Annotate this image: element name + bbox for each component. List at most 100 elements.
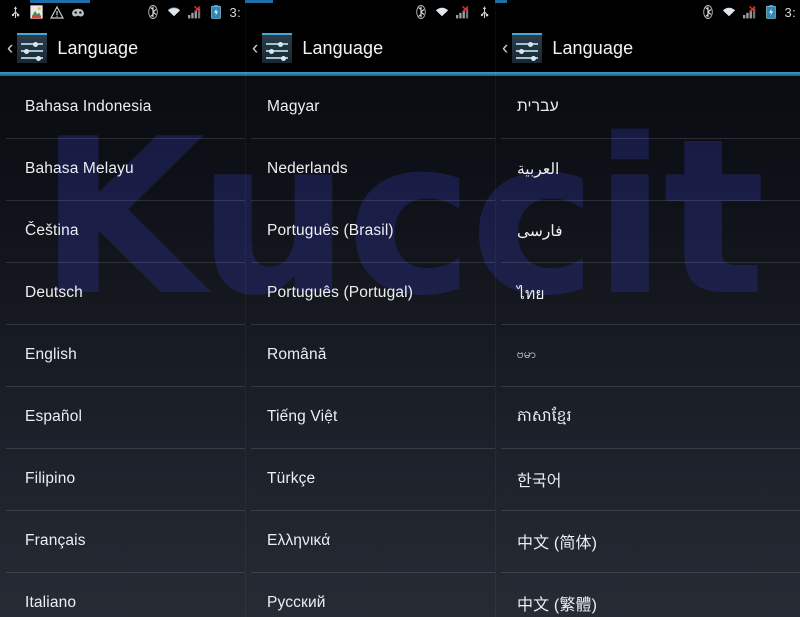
language-label: فارسی — [517, 222, 563, 240]
page-title: Language — [302, 37, 384, 58]
language-label: Nederlands — [267, 160, 348, 177]
list-item[interactable]: Русский — [245, 572, 495, 617]
wifi-icon — [722, 5, 736, 20]
status-progress-sliver — [245, 0, 273, 3]
wifi-icon — [435, 5, 449, 20]
language-label: Türkçe — [267, 470, 316, 487]
list-item[interactable]: English — [0, 324, 245, 386]
language-label: Filipino — [25, 470, 76, 487]
status-left-icons — [0, 5, 85, 20]
language-label: Bahasa Indonesia — [25, 98, 152, 115]
language-label: Deutsch — [25, 284, 83, 301]
status-right-icons: 3: — [701, 5, 800, 20]
language-label: 中文 (简体) — [517, 535, 598, 552]
list-item[interactable]: العربية — [495, 138, 800, 200]
list-item[interactable]: 中文 (简体) — [495, 510, 800, 572]
list-item[interactable]: Nederlands — [245, 138, 495, 200]
language-label: English — [25, 346, 77, 363]
language-label: ไทย — [517, 285, 545, 303]
status-bar-3: 3: — [495, 0, 800, 24]
usb-icon — [8, 5, 22, 20]
list-item[interactable]: Română — [245, 324, 495, 386]
cyanogenmod-icon — [71, 5, 85, 20]
language-label: עברית — [517, 98, 559, 115]
back-chevron-icon[interactable]: ‹ — [495, 39, 512, 58]
warning-icon — [50, 5, 64, 20]
bluetooth-icon — [701, 5, 715, 20]
language-label: Ελληνικά — [267, 532, 331, 549]
settings-sliders-icon[interactable] — [262, 33, 293, 63]
language-label: ភាសាខ្មែរ — [517, 407, 572, 425]
language-label: Română — [267, 346, 327, 363]
list-item[interactable]: Bahasa Indonesia — [0, 76, 245, 138]
page-title: Language — [552, 37, 634, 58]
language-list-2: Magyar Nederlands Português (Brasil) Por… — [245, 76, 495, 617]
list-item[interactable]: Português (Brasil) — [245, 200, 495, 262]
accent-rule-1 — [0, 72, 245, 76]
language-label: Português (Brasil) — [267, 222, 394, 239]
language-label: Italiano — [25, 594, 77, 611]
header-bar-3: ‹ Language — [495, 24, 800, 72]
list-item[interactable]: Português (Portugal) — [245, 262, 495, 324]
list-item[interactable]: Ελληνικά — [245, 510, 495, 572]
language-label: Português (Portugal) — [267, 284, 414, 301]
language-label: Bahasa Melayu — [25, 160, 134, 177]
page-title: Language — [57, 37, 139, 58]
signal-no-service-icon — [187, 5, 202, 20]
language-label: Magyar — [267, 98, 320, 115]
list-item[interactable]: Tiếng Việt — [245, 386, 495, 448]
bluetooth-icon — [414, 5, 428, 20]
language-list-3: עברית العربية فارسی ไทย ဗမာ ភាសាខ្មែរ 한국… — [495, 76, 800, 617]
accent-rule-3 — [495, 72, 800, 76]
language-settings-screenshot: Kuccit 3: ‹ Language Bahasa Indonesia Ba… — [0, 0, 800, 617]
list-item[interactable]: Magyar — [245, 76, 495, 138]
language-label: Español — [25, 408, 83, 425]
list-item[interactable]: ไทย — [495, 262, 800, 324]
header-bar-2: ‹ Language — [245, 24, 495, 72]
back-chevron-icon[interactable]: ‹ — [245, 39, 262, 58]
battery-charging-icon — [209, 5, 223, 20]
status-clock: 3: — [784, 4, 796, 20]
language-label: Tiếng Việt — [267, 408, 338, 425]
list-item[interactable]: ភាសាខ្មែរ — [495, 386, 800, 448]
list-item[interactable]: ဗမာ — [495, 324, 800, 386]
language-label: Français — [25, 532, 86, 549]
language-label: Русский — [267, 594, 326, 611]
panel-2: ‹ Language Magyar Nederlands Português (… — [245, 0, 495, 617]
back-chevron-icon[interactable]: ‹ — [0, 39, 17, 58]
language-label: 中文 (繁體) — [517, 597, 598, 614]
language-list-1: Bahasa Indonesia Bahasa Melayu Čeština D… — [0, 76, 245, 617]
status-right-icons — [414, 5, 495, 20]
status-bar-2 — [245, 0, 495, 24]
list-item[interactable]: Filipino — [0, 448, 245, 510]
list-item[interactable]: עברית — [495, 76, 800, 138]
accent-rule-2 — [245, 72, 495, 76]
list-item[interactable]: Français — [0, 510, 245, 572]
language-label: 한국어 — [517, 473, 562, 490]
list-item[interactable]: Bahasa Melayu — [0, 138, 245, 200]
list-item[interactable]: 中文 (繁體) — [495, 572, 800, 617]
panel-1: 3: ‹ Language Bahasa Indonesia Bahasa Me… — [0, 0, 245, 617]
header-bar-1: ‹ Language — [0, 24, 245, 72]
status-clock: 3: — [229, 4, 241, 20]
status-bar-1: 3: — [0, 0, 245, 24]
battery-charging-icon — [764, 5, 778, 20]
language-label: العربية — [517, 160, 560, 178]
list-item[interactable]: Español — [0, 386, 245, 448]
list-item[interactable]: Deutsch — [0, 262, 245, 324]
bluetooth-icon — [146, 5, 160, 20]
settings-sliders-icon[interactable] — [512, 33, 543, 63]
status-right-icons: 3: — [146, 5, 245, 20]
status-progress-sliver — [30, 0, 90, 3]
signal-no-service-icon — [456, 5, 470, 20]
settings-sliders-icon[interactable] — [17, 33, 48, 63]
list-item[interactable]: Italiano — [0, 572, 245, 617]
photos-icon — [29, 5, 43, 20]
list-item[interactable]: 한국어 — [495, 448, 800, 510]
wifi-icon — [167, 5, 181, 20]
usb-icon — [477, 5, 491, 20]
list-item[interactable]: فارسی — [495, 200, 800, 262]
language-label: ဗမာ — [517, 347, 536, 361]
list-item[interactable]: Türkçe — [245, 448, 495, 510]
list-item[interactable]: Čeština — [0, 200, 245, 262]
